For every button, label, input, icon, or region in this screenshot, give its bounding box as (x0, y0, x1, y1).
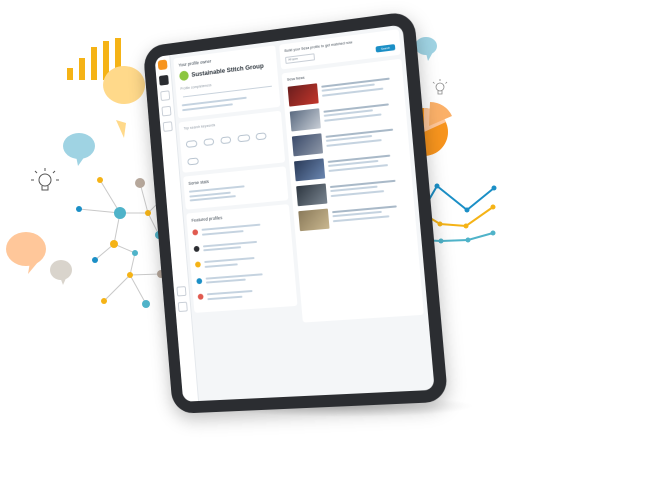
nav-messages-icon[interactable] (163, 121, 173, 132)
news-item[interactable] (298, 201, 410, 231)
news-thumbnail (292, 133, 323, 156)
org-name[interactable]: Sustainable Stitch Group (191, 62, 264, 78)
stats-label: Some stats (188, 172, 281, 186)
org-logo (179, 70, 189, 81)
tablet-side-button (160, 223, 165, 235)
avatar (194, 246, 200, 252)
profile-list-item[interactable] (195, 252, 289, 271)
news-card: Sesa News (282, 59, 424, 323)
news-thumbnail (294, 158, 325, 181)
news-thumbnail (296, 183, 327, 206)
keyword-pill[interactable] (256, 132, 267, 140)
avatar (192, 229, 198, 235)
nav-search-icon[interactable] (160, 90, 170, 101)
speech-bubble-icon (50, 260, 72, 285)
news-item[interactable] (296, 176, 408, 207)
speech-bubble-icon (103, 66, 145, 138)
speech-bubble-icon (63, 133, 95, 166)
news-thumbnail (288, 83, 319, 106)
search-button[interactable]: Search (376, 44, 396, 53)
nav-settings-icon[interactable] (176, 286, 186, 296)
news-thumbnail (290, 108, 321, 131)
keyword-pill[interactable] (187, 157, 199, 165)
keyword-pill[interactable] (203, 138, 214, 146)
nav-profile-icon[interactable] (161, 106, 171, 117)
right-column: Build your Sesa profile to get matched n… (279, 29, 430, 392)
profile-list-item[interactable] (196, 268, 290, 286)
stats-card: Some stats (183, 166, 288, 209)
lightbulb-icon (433, 79, 447, 94)
keywords-card: Top search keywords (179, 111, 286, 173)
speech-bubble-icon (415, 37, 437, 61)
avatar (198, 294, 204, 300)
lightbulb-icon (31, 168, 59, 190)
speech-bubble-icon (6, 232, 46, 274)
tablet-device: Your profile owner Sustainable Stitch Gr… (143, 11, 449, 414)
profile-list-item[interactable] (197, 285, 291, 303)
keyword-pill[interactable] (237, 134, 250, 142)
tablet-screen: Your profile owner Sustainable Stitch Gr… (155, 25, 435, 402)
type-select[interactable]: All types (285, 53, 315, 64)
nav-help-icon[interactable] (178, 302, 188, 312)
avatar (195, 262, 201, 268)
avatar (196, 278, 202, 284)
profile-card: Your profile owner Sustainable Stitch Gr… (173, 45, 280, 118)
keyword-pill[interactable] (220, 136, 232, 144)
app-logo-icon[interactable] (158, 59, 168, 70)
nav-dashboard-icon[interactable] (159, 75, 169, 86)
keyword-pill[interactable] (186, 140, 198, 148)
profile-list-item[interactable] (193, 235, 287, 254)
featured-profiles-card: Featured profiles (186, 204, 297, 313)
profile-list-item[interactable] (192, 219, 286, 239)
news-thumbnail (298, 209, 329, 232)
